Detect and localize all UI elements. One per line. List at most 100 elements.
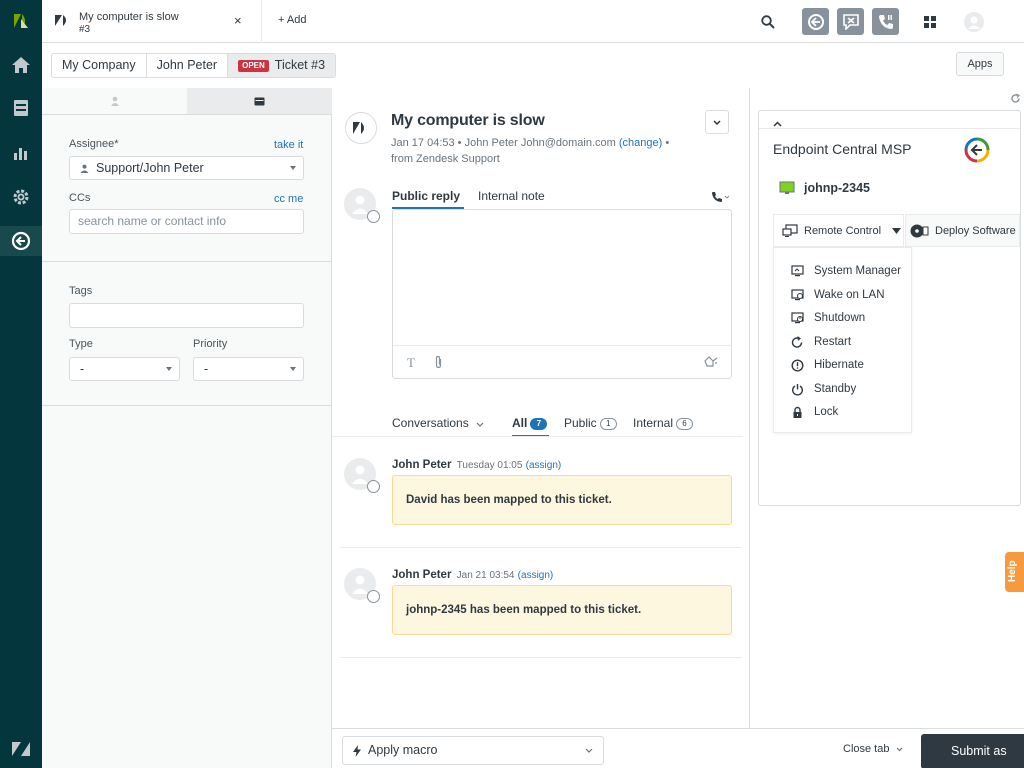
zendesk-z-icon[interactable]: [0, 734, 42, 764]
change-requester-link[interactable]: (change): [619, 137, 662, 149]
talk-phone-icon[interactable]: [872, 8, 899, 35]
menu-item-standby[interactable]: Standby: [791, 380, 856, 398]
filter-internal[interactable]: Internal 6: [633, 416, 694, 430]
deploy-software-label: Deploy Software: [935, 224, 1016, 237]
tab-close-icon[interactable]: ×: [234, 13, 242, 28]
channel-phone-icon[interactable]: [711, 191, 731, 206]
endpoint-central-app-icon[interactable]: [0, 226, 42, 256]
ticket-source: from Zendesk Support: [391, 153, 500, 165]
tab-internal-note[interactable]: Internal note: [478, 189, 545, 203]
menu-item-hibernate[interactable]: Hibernate: [791, 356, 864, 374]
breadcrumb-organization[interactable]: My Company: [52, 54, 147, 77]
tab-user[interactable]: [42, 88, 187, 114]
event-time: Tuesday 01:05: [456, 460, 523, 471]
ticket-properties-panel: Assignee* take it Support/John Peter CCs…: [42, 88, 332, 768]
ticket-brand-avatar: [345, 112, 377, 144]
apps-button[interactable]: Apps: [956, 52, 1004, 76]
cc-me-link[interactable]: cc me: [274, 193, 303, 205]
zendesk-logo-icon[interactable]: [0, 6, 42, 36]
user-icon: [110, 96, 119, 106]
deploy-software-button[interactable]: Deploy Software: [905, 214, 1020, 247]
ticket-conversation: My computer is slow Jan 17 04:53 • John …: [332, 88, 750, 728]
assign-link[interactable]: (assign): [526, 460, 562, 471]
filter-internal-label: Internal: [633, 416, 674, 430]
remote-control-label: Remote Control: [804, 224, 882, 237]
menu-item-lock[interactable]: Lock: [791, 403, 838, 421]
macro-magic-icon[interactable]: [704, 355, 718, 371]
menu-item-shutdown[interactable]: Shutdown: [791, 309, 865, 327]
text-format-icon[interactable]: T: [407, 355, 415, 371]
menu-item-restart[interactable]: Restart: [791, 333, 851, 351]
person-icon: [80, 164, 89, 173]
filter-public-count: 1: [599, 418, 617, 430]
filter-all[interactable]: All 7: [512, 416, 548, 430]
ticket-tab-icon: [54, 12, 72, 31]
system-manager-icon: [791, 265, 804, 277]
power-standby-icon: [792, 383, 803, 396]
chevron-down-icon: [476, 422, 484, 427]
apply-macro-select[interactable]: Apply macro: [342, 736, 604, 765]
person-icon: [352, 195, 368, 214]
agent-avatar: [344, 188, 380, 223]
restart-icon: [791, 335, 803, 348]
hibernate-icon: [791, 358, 804, 372]
person-icon: [352, 465, 368, 484]
refresh-apps-icon[interactable]: [1010, 93, 1021, 107]
help-widget-button[interactable]: Help: [1005, 552, 1024, 592]
type-select[interactable]: -: [69, 357, 180, 381]
filter-public-label: Public: [564, 416, 597, 430]
take-it-link[interactable]: take it: [274, 139, 303, 151]
menu-item-wake-on-lan[interactable]: Wake on LAN: [791, 286, 885, 304]
priority-select[interactable]: -: [193, 357, 304, 381]
ticket-date: Jan 17 04:53: [391, 137, 455, 149]
app-title: Endpoint Central MSP: [773, 141, 912, 157]
assignee-select[interactable]: Support/John Peter: [69, 156, 304, 180]
agent-badge-icon: [367, 480, 380, 493]
event-time: Jan 21 03:54: [456, 570, 515, 581]
views-icon[interactable]: [0, 93, 42, 123]
type-label: Type: [69, 338, 93, 350]
conversations-dropdown[interactable]: Conversations: [392, 416, 484, 430]
ccs-input[interactable]: search name or contact info: [69, 209, 304, 234]
event-author-name[interactable]: John Peter: [392, 569, 451, 581]
menu-item-system-manager[interactable]: System Manager: [791, 262, 901, 280]
event-note: johnp-2345 has been mapped to this ticke…: [392, 585, 732, 635]
event-author: John Peter Tuesday 01:05 (assign): [392, 459, 561, 471]
attachment-icon[interactable]: [434, 355, 443, 372]
person-icon: [352, 575, 368, 594]
reporting-icon[interactable]: [0, 138, 42, 168]
ticket-tab[interactable]: My computer is slow #3 ×: [42, 0, 262, 43]
zendesk-brand-icon: [353, 122, 364, 134]
chevron-down-icon: [290, 166, 296, 170]
tags-input[interactable]: [69, 303, 304, 328]
event-author-name[interactable]: John Peter: [392, 459, 451, 471]
breadcrumb-ticket[interactable]: OPEN Ticket #3: [228, 54, 336, 77]
chat-dismiss-icon[interactable]: [837, 8, 864, 35]
tab-ticket-properties[interactable]: [187, 88, 332, 114]
submit-button[interactable]: Submit as: [921, 734, 1024, 768]
remote-control-button[interactable]: Remote Control: [773, 214, 904, 247]
divider: [42, 261, 332, 262]
home-icon[interactable]: [0, 50, 42, 80]
bottom-toolbar: Apply macro Close tab Submit as: [332, 728, 1024, 768]
admin-gear-icon[interactable]: [0, 182, 42, 212]
endpoint-central-topbar-icon[interactable]: [802, 8, 829, 35]
top-bar: My computer is slow #3 × + Add: [42, 0, 1024, 43]
ticket-options-button[interactable]: [705, 110, 729, 134]
breadcrumb-requester[interactable]: John Peter: [147, 54, 229, 77]
product-tray-icon[interactable]: [916, 8, 943, 35]
reply-editor[interactable]: T: [392, 209, 732, 379]
search-icon[interactable]: [754, 8, 781, 35]
apply-macro-label: Apply macro: [368, 743, 438, 757]
add-tab-button[interactable]: + Add: [278, 14, 306, 26]
assignee-value: Support/John Peter: [96, 161, 204, 175]
chevron-down-icon: [896, 747, 902, 752]
event-author-avatar: [344, 458, 380, 493]
tab-public-reply[interactable]: Public reply: [392, 189, 465, 209]
filter-public[interactable]: Public 1: [564, 416, 617, 430]
user-avatar-icon[interactable]: [960, 8, 987, 35]
divider: [42, 405, 332, 406]
assign-link[interactable]: (assign): [518, 570, 554, 581]
close-tab-dropdown[interactable]: Close tab: [843, 743, 903, 755]
event-author-avatar: [344, 568, 380, 603]
